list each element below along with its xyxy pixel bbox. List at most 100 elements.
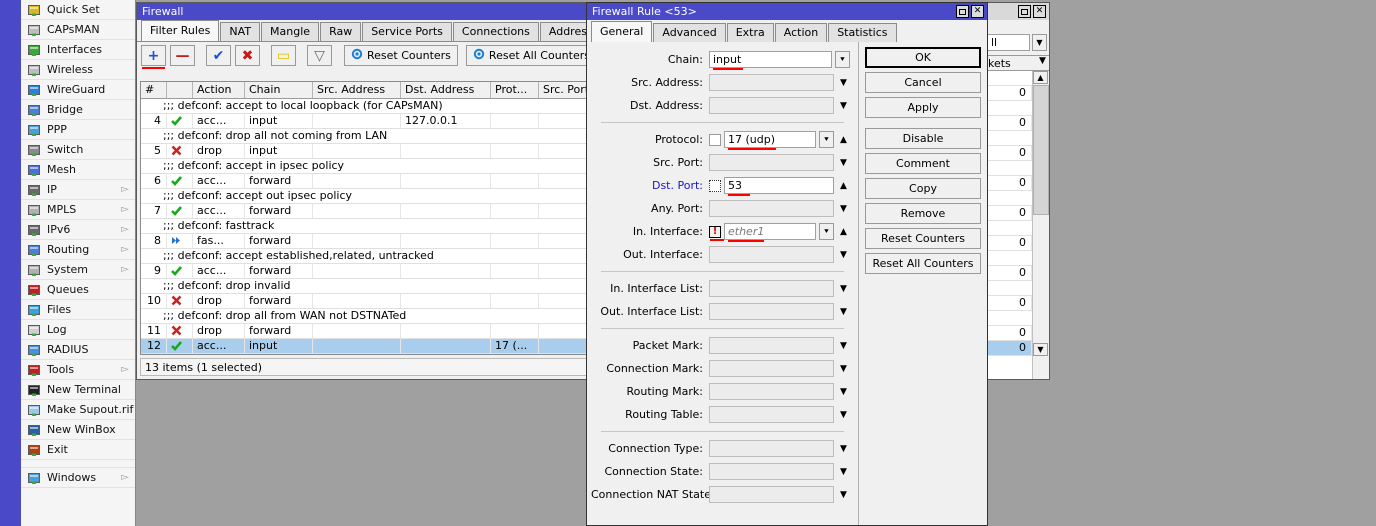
chevron-down-icon[interactable]: ▼ [837,467,850,477]
remove-button[interactable]: Remove [865,203,981,224]
reset-all-counters-button[interactable]: Reset All Counters [465,45,597,66]
chevron-down-icon[interactable]: ▼ [1036,56,1049,70]
sidebar-item-quick-set[interactable]: Quick Set [21,0,135,20]
background-table-row[interactable]: 0 [985,296,1032,311]
close-button[interactable]: ✕ [971,5,984,18]
column-header[interactable]: Chain [245,82,313,98]
column-header[interactable]: Dst. Address [401,82,491,98]
copy-button[interactable]: Copy [865,178,981,199]
field-input[interactable] [709,154,834,171]
maximize-button[interactable] [1018,5,1031,18]
tab-service-ports[interactable]: Service Ports [362,22,452,41]
sidebar-item-switch[interactable]: Switch [21,140,135,160]
field-input[interactable]: 53 [724,177,834,196]
dropdown-button[interactable]: ⯆ [835,51,850,68]
scroll-up-button[interactable]: ▲ [1033,71,1048,84]
field-input[interactable] [709,360,834,377]
tab-statistics[interactable]: Statistics [828,23,897,42]
background-table-row[interactable]: 0 [985,236,1032,251]
background-table-row[interactable]: 0 [985,86,1032,101]
scroll-down-button[interactable]: ▼ [1033,343,1048,356]
tab-action[interactable]: Action [774,23,828,42]
disable-button[interactable]: ✖ [235,45,260,66]
sidebar-item-radius[interactable]: RADIUS [21,340,135,360]
vertical-scrollbar[interactable]: ▲ ▼ [1032,71,1049,379]
field-input[interactable] [709,280,834,297]
sidebar-item-new-winbox[interactable]: New WinBox [21,420,135,440]
dropdown-button[interactable]: ⯆ [819,131,834,148]
sidebar-item-windows[interactable]: Windows ▻ [21,468,135,488]
reset-counters-button[interactable]: Reset Counters [344,45,458,66]
sidebar-item-capsman[interactable]: CAPsMAN [21,20,135,40]
chevron-down-icon[interactable]: ▼ [837,158,850,168]
tab-nat[interactable]: NAT [220,22,261,41]
sidebar-item-make-supout-rif[interactable]: Make Supout.rif [21,400,135,420]
chevron-down-icon[interactable]: ▼ [837,490,850,500]
dropdown-button[interactable]: ⯆ [819,223,834,240]
sidebar-item-wireless[interactable]: Wireless [21,60,135,80]
disable-button[interactable]: Disable [865,128,981,149]
field-input[interactable] [709,337,834,354]
column-header[interactable]: Src. Address [313,82,401,98]
reset-all-counters-button[interactable]: Reset All Counters [865,253,981,274]
field-input[interactable] [709,406,834,423]
field-checkbox[interactable] [709,179,721,192]
background-table-row[interactable]: 0 [985,206,1032,221]
field-checkbox[interactable] [709,133,721,146]
add-button[interactable]: + [141,45,166,69]
background-table-row[interactable]: 0 [985,116,1032,131]
sidebar-item-mesh[interactable]: Mesh [21,160,135,180]
field-input[interactable] [709,200,834,217]
sidebar-item-bridge[interactable]: Bridge [21,100,135,120]
sidebar-item-exit[interactable]: Exit [21,440,135,460]
negate-checkbox[interactable]: ! [709,225,724,241]
maximize-button[interactable] [956,5,969,18]
chevron-up-icon[interactable]: ▲ [837,181,850,191]
background-filter-input[interactable]: ll [987,34,1030,51]
field-input[interactable] [709,383,834,400]
chevron-up-icon[interactable]: ▲ [837,227,850,237]
field-input[interactable]: ether1 [724,223,816,242]
sidebar-item-log[interactable]: Log [21,320,135,340]
sidebar-item-system[interactable]: System ▻ [21,260,135,280]
field-input[interactable]: input [709,51,832,70]
field-input[interactable] [709,486,834,503]
background-table-row[interactable]: 0 [985,266,1032,281]
sidebar-item-new-terminal[interactable]: New Terminal [21,380,135,400]
remove-button[interactable]: — [170,45,195,66]
chevron-down-icon[interactable]: ▼ [837,307,850,317]
scroll-thumb[interactable] [1033,85,1049,215]
tab-connections[interactable]: Connections [452,22,539,41]
sidebar-item-interfaces[interactable]: Interfaces [21,40,135,60]
chevron-down-icon[interactable]: ▼ [837,341,850,351]
sidebar-item-files[interactable]: Files [21,300,135,320]
sidebar-item-wireguard[interactable]: WireGuard [21,80,135,100]
comment-button[interactable]: ▭ [271,45,296,66]
background-table-row-selected[interactable]: 0 [985,341,1032,356]
field-input[interactable] [709,246,834,263]
column-header[interactable]: Prot... [491,82,539,98]
column-header[interactable]: # [141,82,167,98]
packets-column-header[interactable]: kets [985,56,1036,70]
tab-raw[interactable]: Raw [320,22,362,41]
dropdown-icon[interactable]: ▼ [1032,34,1047,51]
chevron-down-icon[interactable]: ▼ [837,410,850,420]
tab-general[interactable]: General [591,21,653,42]
chevron-down-icon[interactable]: ▼ [837,387,850,397]
background-table-row[interactable]: 0 [985,326,1032,341]
column-header[interactable]: Action [193,82,245,98]
field-input[interactable]: 17 (udp) [724,131,816,150]
tab-advanced[interactable]: Advanced [653,23,726,42]
tab-mangle[interactable]: Mangle [261,22,320,41]
sidebar-item-ip[interactable]: IP ▻ [21,180,135,200]
apply-button[interactable]: Apply [865,97,981,118]
field-input[interactable] [709,303,834,320]
chevron-down-icon[interactable]: ▼ [837,78,850,88]
chevron-up-icon[interactable]: ▲ [837,135,850,145]
field-input[interactable] [709,97,834,114]
chevron-down-icon[interactable]: ▼ [837,204,850,214]
sidebar-item-mpls[interactable]: MPLS ▻ [21,200,135,220]
column-header[interactable] [167,82,193,98]
comment-button[interactable]: Comment [865,153,981,174]
field-input[interactable] [709,440,834,457]
